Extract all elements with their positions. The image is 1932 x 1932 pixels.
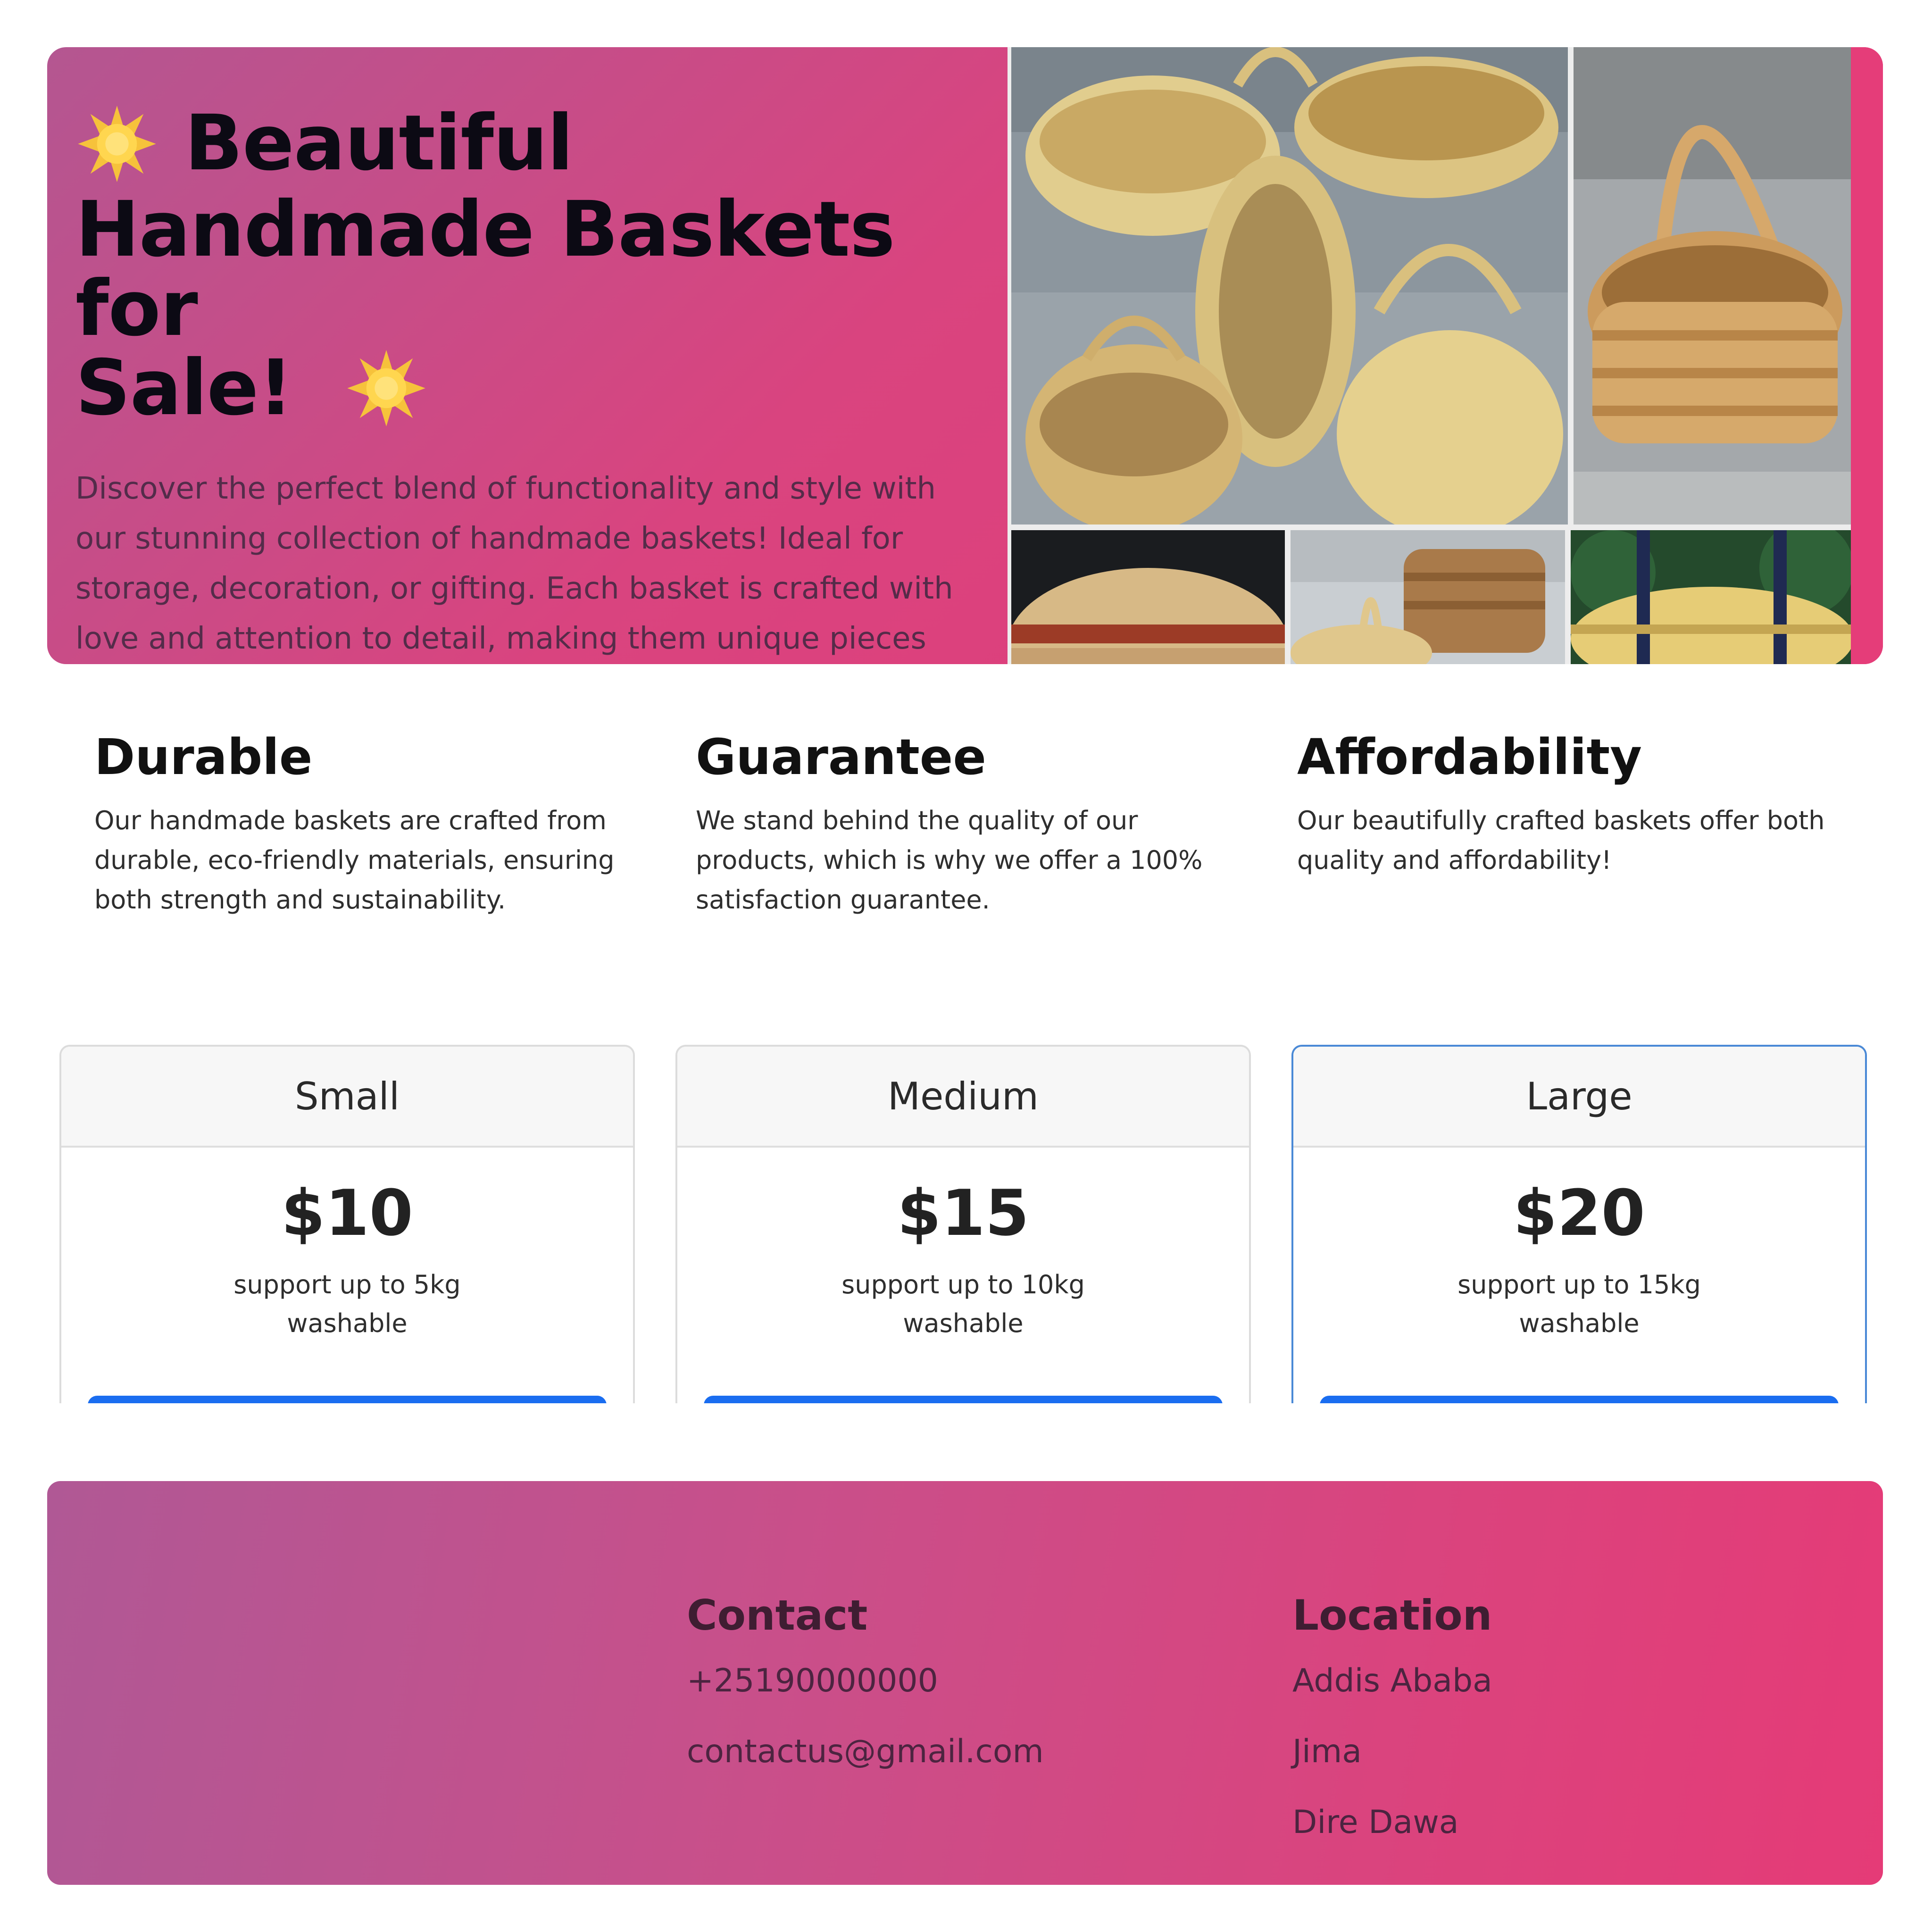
footer-location: Location Addis Ababa Jima Dire Dawa xyxy=(1292,1590,1492,1848)
pricing-card-price: $20 xyxy=(1513,1176,1645,1250)
hero-banner: Beautiful Handmade Baskets for Sale! Dis… xyxy=(47,47,1883,664)
hero-title: Beautiful Handmade Baskets for Sale! xyxy=(75,104,991,434)
contact-email[interactable]: contactus@gmail.com xyxy=(687,1726,1044,1777)
sparkle-icon xyxy=(345,347,428,430)
feature-guarantee: Guarantee We stand behind the quality of… xyxy=(696,726,1252,920)
pricing-card-price: $10 xyxy=(281,1176,413,1250)
hero-edge xyxy=(1851,47,1883,664)
hero-title-line2: Handmade Baskets for xyxy=(75,185,895,353)
hero-description: Discover the perfect blend of functional… xyxy=(75,471,953,657)
location-item: Dire Dawa xyxy=(1292,1804,1459,1841)
buy-small-button[interactable] xyxy=(88,1396,607,1403)
basket-photo xyxy=(1011,47,1568,525)
pricing-card-large: Large $20 support up to 15kg washable xyxy=(1291,1045,1867,1403)
feature-title: Durable xyxy=(94,728,313,786)
page: Beautiful Handmade Baskets for Sale! Dis… xyxy=(0,0,1932,1932)
sparkle-icon xyxy=(75,102,158,185)
pricing-card-medium: Medium $15 support up to 10kg washable xyxy=(675,1045,1251,1403)
footer: Contact +25190000000 contactus@gmail.com… xyxy=(47,1481,1883,1885)
pricing-card-name: Small xyxy=(61,1047,633,1148)
pricing-section: Small $10 support up to 5kg washable Med… xyxy=(0,1045,1932,1403)
hero-text: Beautiful Handmade Baskets for Sale! Dis… xyxy=(75,104,991,664)
hero-title-line3: Sale! xyxy=(75,343,293,433)
pricing-card-small: Small $10 support up to 5kg washable xyxy=(59,1045,635,1403)
feature-title: Guarantee xyxy=(696,728,986,786)
basket-photo xyxy=(1571,530,1851,664)
pricing-card-name: Large xyxy=(1293,1047,1865,1148)
footer-heading: Contact xyxy=(687,1591,868,1640)
contact-phone[interactable]: +25190000000 xyxy=(687,1656,1044,1707)
pricing-card-feature: washable xyxy=(903,1308,1024,1338)
hero-title-line1: Beautiful xyxy=(184,99,573,188)
feature-affordability: Affordability Our beautifully crafted ba… xyxy=(1297,726,1854,880)
feature-durable: Durable Our handmade baskets are crafted… xyxy=(94,726,651,920)
pricing-card-feature: support up to 15kg xyxy=(1457,1270,1701,1299)
features-section: Durable Our handmade baskets are crafted… xyxy=(0,726,1932,962)
footer-contact: Contact +25190000000 contactus@gmail.com xyxy=(687,1590,1044,1777)
feature-text: Our beautifully crafted baskets offer bo… xyxy=(1297,806,1825,875)
feature-text: Our handmade baskets are crafted from du… xyxy=(94,806,615,915)
pricing-card-feature: washable xyxy=(287,1308,408,1338)
pricing-card-price: $15 xyxy=(897,1176,1029,1250)
pricing-card-feature: support up to 5kg xyxy=(233,1270,461,1299)
feature-title: Affordability xyxy=(1297,728,1642,786)
footer-heading: Location xyxy=(1292,1591,1492,1640)
basket-photo xyxy=(1574,47,1851,525)
pricing-card-feature: support up to 10kg xyxy=(841,1270,1085,1299)
pricing-card-name: Medium xyxy=(677,1047,1249,1148)
buy-large-button[interactable] xyxy=(1320,1396,1839,1403)
location-item: Jima xyxy=(1292,1733,1362,1770)
basket-photo-collage xyxy=(1008,47,1851,664)
basket-photo xyxy=(1291,530,1565,664)
pricing-card-feature: washable xyxy=(1519,1308,1640,1338)
feature-text: We stand behind the quality of our produ… xyxy=(696,806,1203,915)
location-item: Addis Ababa xyxy=(1292,1662,1492,1699)
basket-photo xyxy=(1011,530,1285,664)
buy-medium-button[interactable] xyxy=(704,1396,1223,1403)
